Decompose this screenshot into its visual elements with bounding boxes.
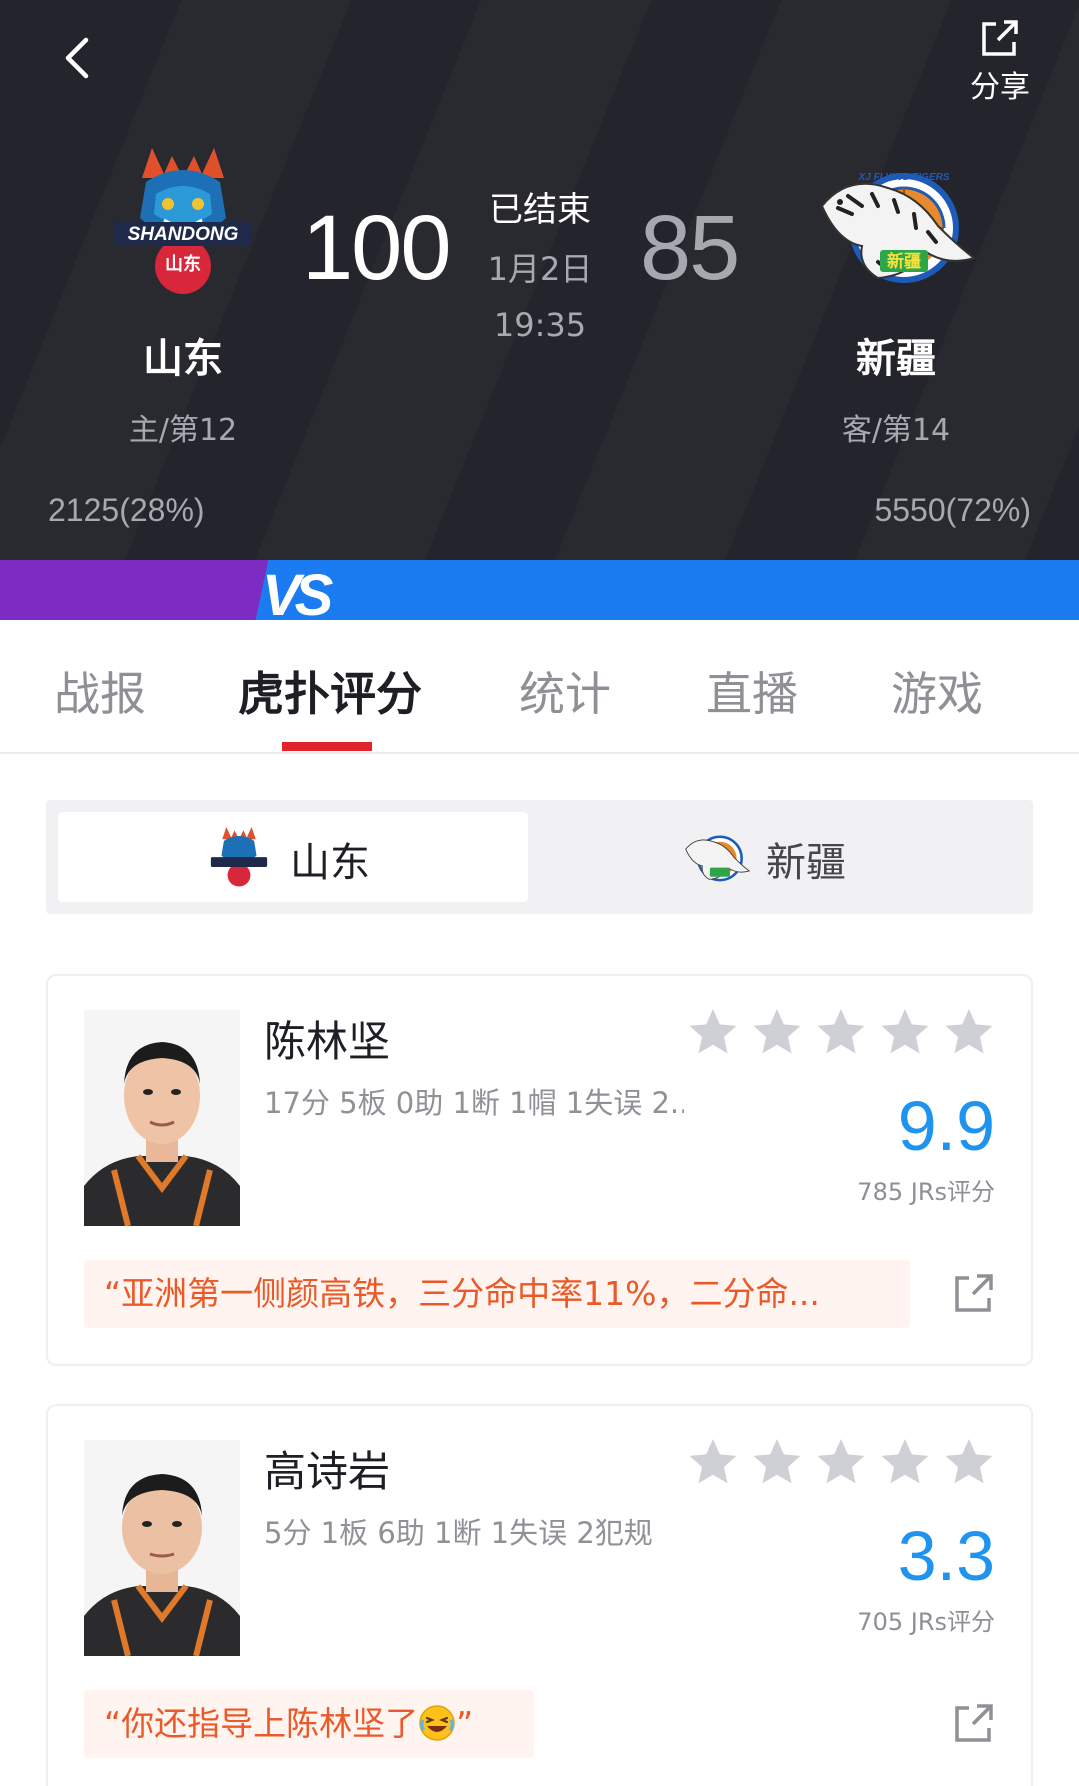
star-icon[interactable] — [751, 1436, 803, 1488]
star-icon[interactable] — [879, 1436, 931, 1488]
tab-live[interactable]: 直播 — [706, 658, 798, 724]
star-icon[interactable] — [751, 1006, 803, 1058]
dragon-logo-icon — [210, 827, 268, 887]
match-header: 分享 SHANDONG 山东 新疆 XJ FLYING TIGERS 山东 主/… — [0, 0, 1079, 560]
player-name[interactable]: 陈林坚 — [264, 1008, 390, 1069]
tab-games[interactable]: 游戏 — [891, 658, 983, 724]
star-icon[interactable] — [815, 1436, 867, 1488]
tab-bar: 战报 虎扑评分 统计 直播 游戏 — [0, 620, 1079, 754]
star-rating-input[interactable] — [687, 1006, 995, 1058]
game-date: 1月2日 — [487, 250, 593, 288]
back-button[interactable] — [50, 28, 110, 88]
team-switch-label: 山东 — [290, 840, 370, 886]
logo-text: XJ FLYING TIGERS — [858, 172, 950, 183]
player-stats: 5分 1板 6助 1断 1失误 2犯规 — [264, 1516, 653, 1550]
away-support-bar — [300, 560, 1079, 620]
logo-sub: 山东 — [165, 253, 201, 275]
star-rating-input[interactable] — [687, 1436, 995, 1488]
away-team-rank: 客/第14 — [841, 413, 951, 448]
team-switch-shandong[interactable]: 山东 — [58, 812, 528, 902]
comment-text: “你还指导上陈林坚了 — [104, 1704, 419, 1743]
player-stats: 17分 5板 0助 1断 1帽 1失误 2... — [264, 1086, 684, 1120]
support-ratio-bar[interactable]: VS — [0, 560, 1079, 628]
home-team-rank: 主/第12 — [128, 413, 238, 448]
player-avatar[interactable] — [84, 1440, 240, 1656]
star-icon[interactable] — [687, 1006, 739, 1058]
vs-badge: VS — [262, 563, 333, 628]
player-photo — [84, 1440, 240, 1656]
player-photo — [84, 1010, 240, 1226]
away-score: 85 — [640, 197, 740, 299]
star-icon[interactable] — [879, 1006, 931, 1058]
player-rating-card[interactable]: 陈林坚 17分 5板 0助 1断 1帽 1失误 2... 9.9 785 JRs… — [46, 974, 1033, 1366]
chevron-left-icon — [65, 37, 89, 79]
team-switch-xinjiang[interactable]: 新疆 — [528, 812, 1021, 902]
tiger-logo-icon: 新疆 XJ FLYING TIGERS — [820, 172, 977, 283]
home-support-votes[interactable]: 2125(28%) — [48, 492, 205, 529]
away-support-votes[interactable]: 5550(72%) — [874, 492, 1031, 529]
game-time: 19:35 — [493, 306, 587, 344]
star-icon[interactable] — [815, 1006, 867, 1058]
home-team-name[interactable]: 山东 — [73, 326, 293, 384]
player-rating-score: 9.9 — [897, 1087, 995, 1165]
player-rating-card[interactable]: 高诗岩 5分 1板 6助 1断 1失误 2犯规 3.3 705 JRs评分 “你… — [46, 1404, 1033, 1786]
home-support-bar — [0, 560, 300, 620]
team-switcher: 山东 新疆 — [46, 800, 1033, 914]
tab-hupu-rating[interactable]: 虎扑评分 — [238, 658, 422, 724]
star-icon[interactable] — [943, 1436, 995, 1488]
player-avatar[interactable] — [84, 1010, 240, 1226]
comment-text-end: ” — [456, 1704, 474, 1743]
active-tab-indicator — [282, 742, 372, 751]
game-status: 已结束 — [489, 190, 591, 230]
top-comment[interactable]: “亚洲第一侧颜高铁，三分命中率11%，二分命... — [84, 1260, 910, 1328]
logo-text: SHANDONG — [128, 224, 239, 245]
external-link-icon[interactable] — [953, 1272, 995, 1314]
share-icon — [982, 20, 1018, 56]
tab-report[interactable]: 战报 — [54, 658, 146, 724]
share-button[interactable]: 分享 — [955, 16, 1045, 106]
home-score: 100 — [302, 197, 451, 299]
rating-count: 705 JRs评分 — [857, 1608, 995, 1636]
share-label: 分享 — [970, 70, 1030, 105]
star-icon[interactable] — [687, 1436, 739, 1488]
shandong-team-logo[interactable]: SHANDONG 山东 — [112, 148, 254, 300]
laughing-emoji-icon — [419, 1704, 455, 1741]
logo-sub: 新疆 — [887, 251, 921, 272]
star-icon[interactable] — [943, 1006, 995, 1058]
dragon-logo-icon: SHANDONG 山东 — [114, 148, 252, 294]
tiger-logo-icon — [685, 835, 750, 882]
away-team-name[interactable]: 新疆 — [786, 326, 1006, 384]
rating-count: 785 JRs评分 — [857, 1178, 995, 1206]
player-name[interactable]: 高诗岩 — [264, 1438, 390, 1499]
player-rating-score: 3.3 — [897, 1517, 995, 1595]
tab-stats[interactable]: 统计 — [519, 658, 611, 724]
xinjiang-team-logo[interactable]: 新疆 XJ FLYING TIGERS — [818, 166, 977, 288]
top-comment[interactable]: “你还指导上陈林坚了 ” — [84, 1690, 534, 1758]
external-link-icon[interactable] — [953, 1702, 995, 1744]
team-switch-label: 新疆 — [766, 840, 846, 886]
